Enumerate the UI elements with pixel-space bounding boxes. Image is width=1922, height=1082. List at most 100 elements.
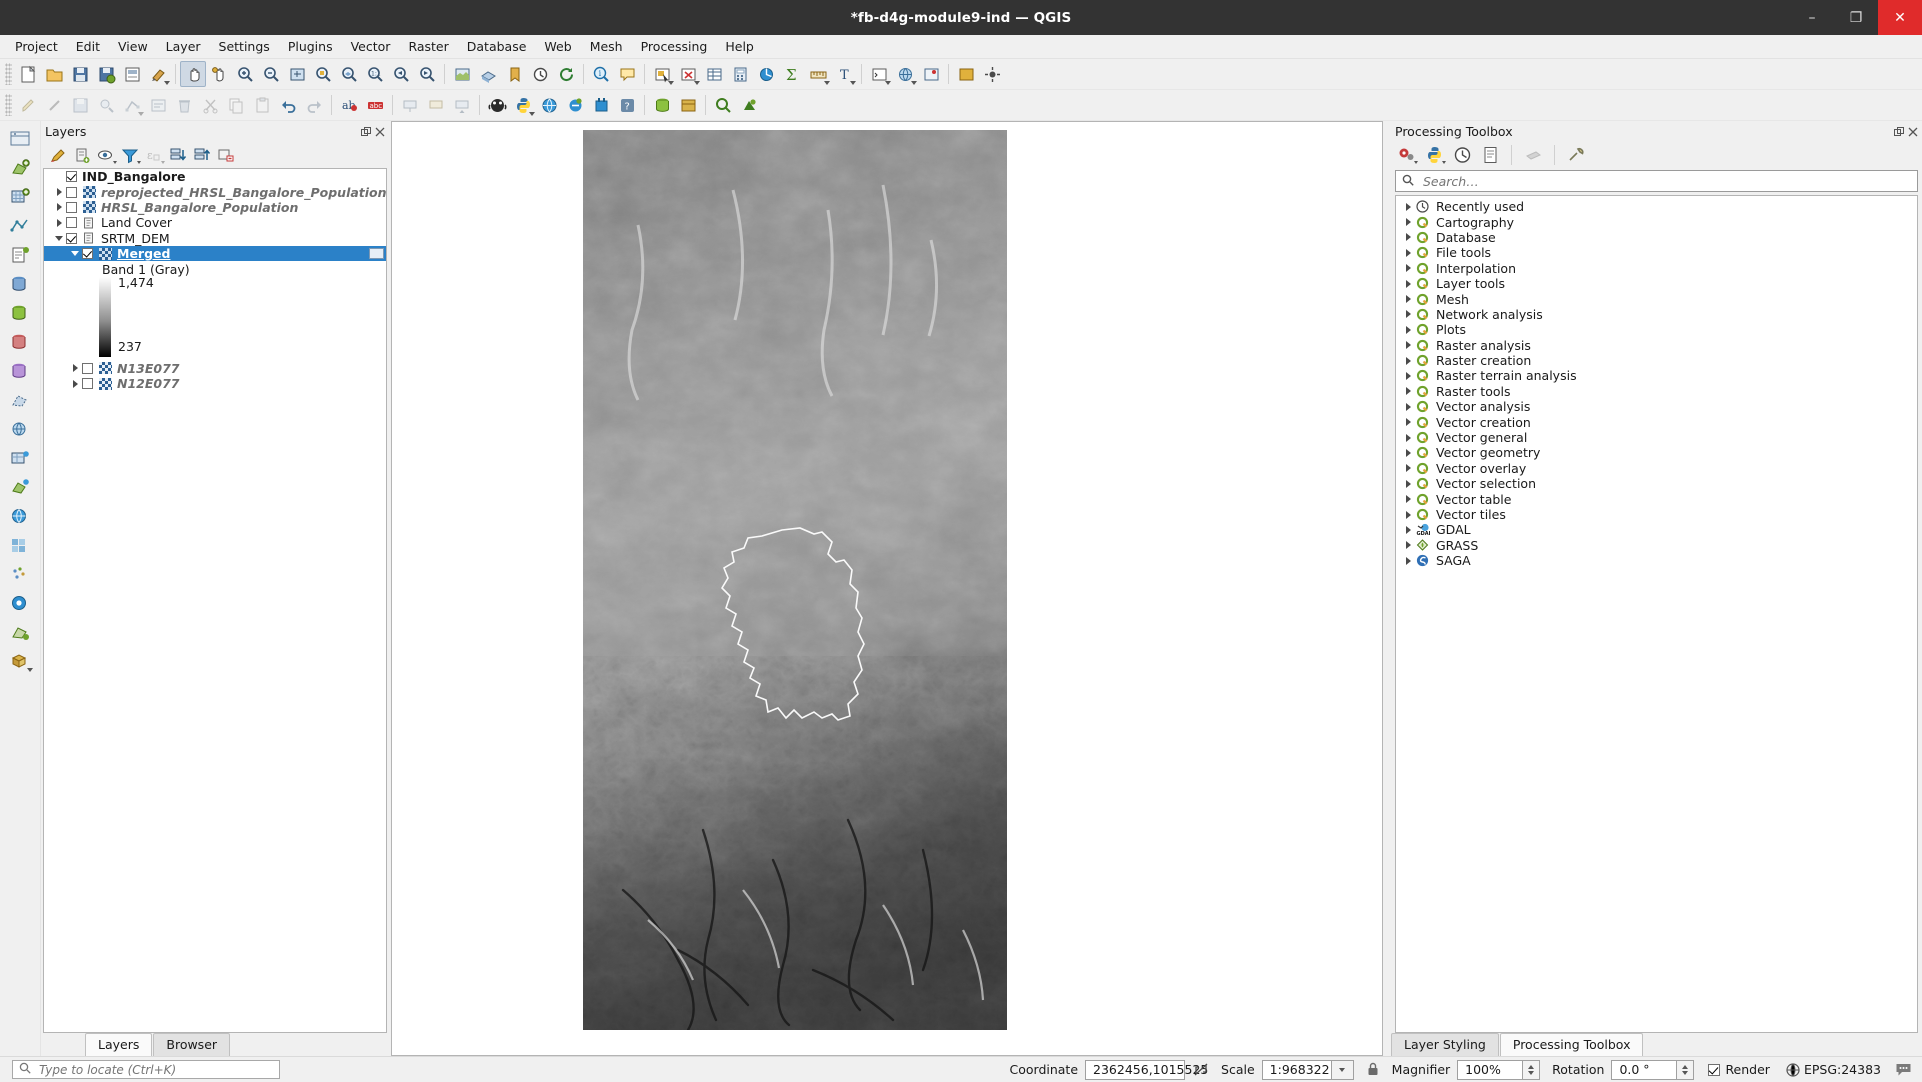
- expander-icon[interactable]: [1401, 418, 1415, 427]
- menu-settings[interactable]: Settings: [210, 37, 279, 56]
- remove-layer-icon[interactable]: [215, 145, 236, 166]
- georeferencer-icon[interactable]: [918, 61, 944, 87]
- tab-processing-toolbox[interactable]: Processing Toolbox: [1499, 1033, 1644, 1056]
- expand-all-icon[interactable]: [167, 145, 188, 166]
- layer-tree-row[interactable]: N13E077: [44, 361, 386, 376]
- measure-line-icon[interactable]: [805, 61, 831, 87]
- layer-tree-row[interactable]: HRSL_Bangalore_Population: [44, 200, 386, 215]
- move-label-icon[interactable]: [449, 92, 475, 118]
- new-shapefile-layer-icon[interactable]: [6, 618, 34, 645]
- menu-plugins[interactable]: Plugins: [279, 37, 342, 56]
- expander-icon[interactable]: [1401, 433, 1415, 442]
- modify-attributes-icon[interactable]: [145, 92, 171, 118]
- rotation-stepper[interactable]: [1677, 1059, 1695, 1080]
- zoom-native-icon[interactable]: 1:1: [362, 61, 388, 87]
- tab-layer-styling[interactable]: Layer Styling: [1391, 1033, 1499, 1056]
- show-bookmarks-icon[interactable]: [501, 61, 527, 87]
- zoom-in-icon[interactable]: [232, 61, 258, 87]
- algorithm-group-row[interactable]: Raster terrain analysis: [1396, 368, 1917, 383]
- zoom-out-icon[interactable]: [258, 61, 284, 87]
- temporal-controller-icon[interactable]: [527, 61, 553, 87]
- add-wms-layer-icon[interactable]: [6, 415, 34, 442]
- scripts-python-icon[interactable]: [1423, 144, 1446, 166]
- add-mesh-layer-icon[interactable]: [6, 212, 34, 239]
- locator-input[interactable]: [37, 1061, 273, 1078]
- undo-icon[interactable]: [275, 92, 301, 118]
- menu-raster[interactable]: Raster: [399, 37, 457, 56]
- models-icon[interactable]: [1395, 144, 1418, 166]
- processing-search-box[interactable]: [1395, 170, 1918, 192]
- delete-selected-icon[interactable]: [171, 92, 197, 118]
- close-button[interactable]: ✕: [1878, 0, 1922, 35]
- expander-icon[interactable]: [1401, 448, 1415, 457]
- zoom-selection-icon[interactable]: [310, 61, 336, 87]
- add-raster-layer-icon[interactable]: [6, 183, 34, 210]
- map-canvas[interactable]: [391, 121, 1383, 1056]
- expander-icon[interactable]: [1401, 295, 1415, 304]
- algorithm-group-row[interactable]: Vector table: [1396, 491, 1917, 507]
- expander-icon[interactable]: [1401, 510, 1415, 519]
- minimize-button[interactable]: –: [1790, 0, 1834, 35]
- new-print-layout-icon[interactable]: [119, 61, 145, 87]
- toggle-editing-icon[interactable]: [15, 92, 41, 118]
- deselect-features-icon[interactable]: [675, 61, 701, 87]
- layer-tree-row[interactable]: Land Cover: [44, 215, 386, 230]
- expander-icon[interactable]: [1401, 233, 1415, 242]
- lock-scale-icon[interactable]: [1366, 1062, 1380, 1077]
- algorithm-group-row[interactable]: File tools: [1396, 245, 1917, 260]
- float-panel-icon[interactable]: [1893, 126, 1904, 137]
- scale-dropdown-arrow[interactable]: [1331, 1059, 1354, 1080]
- tab-layers[interactable]: Layers: [85, 1033, 153, 1056]
- expander-icon[interactable]: [52, 235, 66, 241]
- algorithm-provider-list[interactable]: Recently used Cartography Database File …: [1395, 195, 1918, 1033]
- paste-features-icon[interactable]: [249, 92, 275, 118]
- layer-style-indicator-icon[interactable]: [369, 247, 384, 259]
- add-delimited-text-icon[interactable]: [979, 61, 1005, 87]
- add-wfs-layer-icon[interactable]: [6, 473, 34, 500]
- sum-icon[interactable]: Σ: [779, 61, 805, 87]
- layer-visibility-checkbox[interactable]: [66, 171, 77, 183]
- processing-search-input[interactable]: [1421, 172, 1911, 190]
- add-oracle-layer-icon[interactable]: [6, 357, 34, 384]
- add-delimited-text-layer-icon[interactable]: [6, 241, 34, 268]
- new-project-icon[interactable]: [15, 61, 41, 87]
- layer-visibility-checkbox[interactable]: [82, 378, 93, 390]
- save-layer-edits-icon[interactable]: [67, 92, 93, 118]
- show-hide-labels-icon[interactable]: abc: [362, 92, 388, 118]
- expander-icon[interactable]: [1401, 202, 1415, 211]
- expander-icon[interactable]: [68, 379, 82, 388]
- expander-icon[interactable]: [68, 364, 82, 373]
- coordinate-field[interactable]: 2362456,1015525: [1085, 1059, 1208, 1080]
- manage-layer-visibility-icon[interactable]: [95, 145, 117, 166]
- new-geopackage-layer-icon[interactable]: [6, 647, 34, 674]
- cut-features-icon[interactable]: [197, 92, 223, 118]
- float-panel-icon[interactable]: [360, 126, 371, 137]
- algorithm-group-row[interactable]: Network analysis: [1396, 307, 1917, 322]
- metasearch-icon[interactable]: [562, 92, 588, 118]
- rotation-field[interactable]: 0.0 °: [1611, 1059, 1678, 1080]
- algorithm-group-row[interactable]: Interpolation: [1396, 261, 1917, 276]
- add-point-cloud-layer-icon[interactable]: [6, 560, 34, 587]
- plugin-manager-icon[interactable]: [588, 92, 614, 118]
- expander-icon[interactable]: [52, 203, 66, 212]
- new-3d-map-view-icon[interactable]: [475, 61, 501, 87]
- layer-visibility-checkbox[interactable]: [66, 186, 77, 198]
- expander-icon[interactable]: [1401, 479, 1415, 488]
- scale-field[interactable]: 1:968322: [1261, 1059, 1332, 1080]
- algorithm-group-row[interactable]: Raster tools: [1396, 384, 1917, 399]
- collapse-all-icon[interactable]: [191, 145, 212, 166]
- identify-features-icon[interactable]: i: [588, 61, 614, 87]
- map-tips-icon[interactable]: [614, 61, 640, 87]
- open-project-icon[interactable]: [41, 61, 67, 87]
- algorithm-group-row[interactable]: Plots: [1396, 322, 1917, 337]
- menu-web[interactable]: Web: [535, 37, 580, 56]
- algorithm-group-row[interactable]: Vector analysis: [1396, 399, 1917, 414]
- zoom-last-icon[interactable]: [388, 61, 414, 87]
- zoom-next-icon[interactable]: [414, 61, 440, 87]
- algorithm-group-row[interactable]: Vector geometry: [1396, 445, 1917, 460]
- zoom-layer-icon[interactable]: [336, 61, 362, 87]
- expander-icon[interactable]: [1401, 218, 1415, 227]
- layer-visibility-checkbox[interactable]: [66, 232, 77, 244]
- toolbar-grip[interactable]: [5, 63, 12, 85]
- layer-tree-row[interactable]: reprojected_HRSL_Bangalore_Population: [44, 184, 386, 200]
